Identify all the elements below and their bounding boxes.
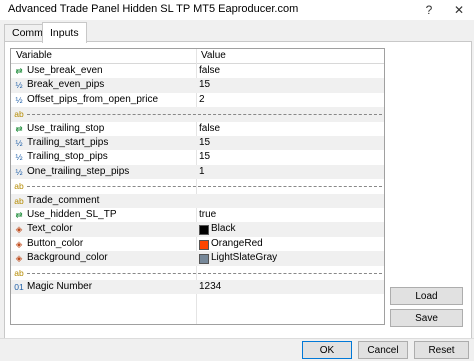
int-icon: ½	[15, 138, 23, 148]
ok-button[interactable]: OK	[302, 341, 352, 359]
table-row[interactable]: ab	[11, 266, 384, 280]
table-row[interactable]: ◈ Text_color Black	[11, 222, 384, 237]
variable-value[interactable]: false	[199, 123, 220, 134]
table-row[interactable]: ◈ Button_color OrangeRed	[11, 237, 384, 251]
string-icon: ab	[14, 195, 24, 206]
variable-name: Break_even_pips	[27, 79, 105, 91]
table-row[interactable]: ab	[11, 179, 384, 193]
variable-value[interactable]: false	[199, 65, 220, 76]
table-row[interactable]: ⇄ Use_break_even false	[11, 64, 384, 78]
string-icon: ab	[14, 181, 24, 192]
variable-name: Use_hidden_SL_TP	[27, 209, 117, 220]
table-row[interactable]: ◈ Background_color LightSlateGray	[11, 251, 384, 266]
bool-icon: ⇄	[15, 123, 23, 134]
variable-value[interactable]: 2	[199, 94, 205, 105]
table-header: Variable Value	[11, 49, 384, 64]
table-row[interactable]: 01 Magic Number 1234	[11, 280, 384, 295]
variable-name: Trade_comment	[27, 194, 100, 206]
bool-icon: ⇄	[15, 210, 23, 220]
variable-name: Use_break_even	[27, 65, 103, 76]
table-row[interactable]: ⇄ Use_hidden_SL_TP true	[11, 208, 384, 222]
table-row[interactable]: ½ Trailing_start_pips 15	[11, 136, 384, 151]
close-button[interactable]: ✕	[444, 0, 474, 20]
color-swatch	[199, 254, 209, 265]
tab-inputs[interactable]: Inputs	[42, 22, 87, 43]
window-title: Advanced Trade Panel Hidden SL TP MT5 Ea…	[8, 3, 299, 15]
variable-value[interactable]: LightSlateGray	[211, 252, 277, 263]
load-button[interactable]: Load	[390, 287, 463, 305]
number-icon: 01	[14, 282, 24, 292]
variable-value[interactable]: 15	[199, 137, 210, 148]
table-row[interactable]: ½ Trailing_stop_pips 15	[11, 150, 384, 164]
bool-icon: ⇄	[15, 66, 23, 76]
cancel-button[interactable]: Cancel	[358, 341, 408, 359]
int-icon: ½	[15, 94, 23, 105]
variable-name: Trailing_start_pips	[27, 137, 109, 148]
table-row[interactable]: ½ Break_even_pips 15	[11, 78, 384, 93]
title-bar: Advanced Trade Panel Hidden SL TP MT5 Ea…	[0, 0, 474, 20]
table-row[interactable]: ½ Offset_pips_from_open_price 2	[11, 93, 384, 107]
int-icon: ½	[15, 80, 23, 91]
variable-name: Offset_pips_from_open_price	[27, 93, 159, 105]
column-header-variable[interactable]: Variable	[16, 50, 52, 61]
variable-value[interactable]: 1234	[199, 281, 221, 292]
help-button[interactable]: ?	[414, 0, 444, 20]
int-icon: ½	[15, 152, 23, 163]
string-icon: ab	[14, 109, 24, 120]
table-row[interactable]: ab	[11, 107, 384, 122]
variable-value[interactable]: 15	[199, 79, 210, 90]
color-swatch	[199, 225, 209, 236]
variable-value[interactable]: OrangeRed	[211, 238, 263, 249]
table-row[interactable]: ½ One_trailing_step_pips 1	[11, 164, 384, 180]
int-icon: ½	[15, 166, 23, 177]
table-row[interactable]: ⇄ Use_trailing_stop false	[11, 122, 384, 136]
inputs-table: Variable Value ⇄ Use_break_even false ½ Brea…	[10, 48, 385, 325]
separator-line	[27, 186, 382, 188]
variable-name: Use_trailing_stop	[27, 122, 105, 134]
string-icon: ab	[14, 267, 24, 278]
variable-name: Background_color	[27, 252, 108, 264]
variable-name: One_trailing_step_pips	[27, 165, 130, 177]
variable-name: Text_color	[27, 223, 73, 235]
color-icon: ◈	[15, 238, 23, 249]
variable-name: Magic Number	[27, 281, 93, 292]
separator-line	[27, 114, 382, 116]
variable-name: Button_color	[27, 237, 84, 249]
variable-value[interactable]: Black	[211, 223, 235, 234]
reset-button[interactable]: Reset	[414, 341, 469, 359]
table-row[interactable]: ab Trade_comment	[11, 193, 384, 208]
variable-value[interactable]: true	[199, 209, 216, 220]
variable-value[interactable]: 15	[199, 151, 210, 162]
color-icon: ◈	[15, 253, 23, 264]
color-icon: ◈	[15, 224, 23, 235]
variable-value[interactable]: 1	[199, 166, 205, 177]
column-header-value[interactable]: Value	[201, 50, 226, 61]
separator-line	[27, 272, 382, 274]
save-button[interactable]: Save	[390, 309, 463, 327]
color-swatch	[199, 239, 209, 250]
variable-name: Trailing_stop_pips	[27, 151, 108, 163]
